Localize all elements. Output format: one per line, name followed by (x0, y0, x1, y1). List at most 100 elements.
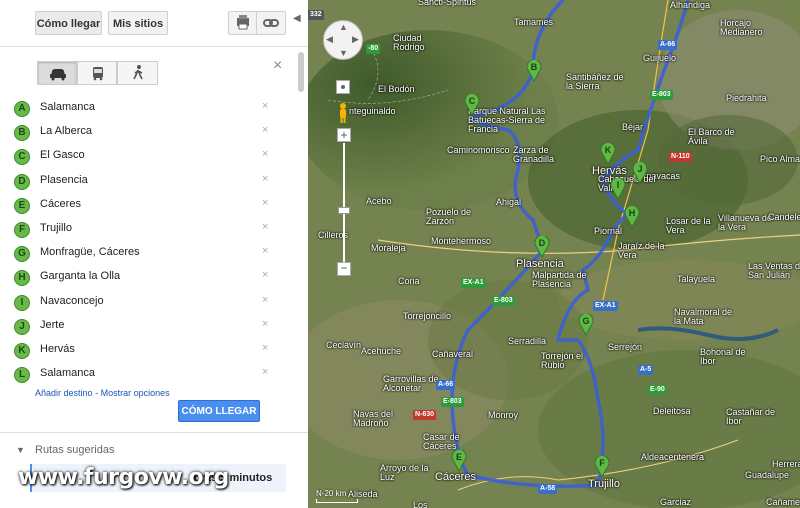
waypoint-marker-icon: A (14, 101, 30, 117)
map-place-label: Ceclavín (326, 340, 362, 350)
road-badge: A-58 (538, 484, 558, 494)
waypoint-row[interactable]: E Cáceres × (14, 195, 284, 217)
waypoint-row[interactable]: G Monfragüe, Cáceres × (14, 243, 284, 265)
route-pin-j-icon[interactable]: J (632, 160, 648, 185)
print-button[interactable] (228, 11, 258, 35)
waypoint-row[interactable]: B La Alberca × (14, 122, 284, 144)
road-badge: EX-A1 (461, 278, 486, 288)
map-view[interactable]: Sancti-Spiritus Alhandiga Ciudad Rodrigo Ta… (308, 0, 800, 508)
map-place-label: Trujillo (588, 478, 620, 490)
remove-waypoint-icon[interactable]: × (262, 124, 268, 136)
map-place-label: Las Ventas de San Julián (748, 261, 800, 280)
waypoint-row[interactable]: K Hervás × (14, 340, 284, 362)
road-badge: A-5 (638, 365, 654, 375)
my-places-button[interactable]: Mis sitios (108, 11, 168, 35)
collapse-panel-icon[interactable]: ◀ (293, 13, 301, 24)
remove-waypoint-icon[interactable]: × (262, 342, 268, 354)
directions-tab-button[interactable]: Cómo llegar (35, 11, 102, 35)
waypoint-row[interactable]: L Salamanca × (14, 364, 284, 386)
map-place-label: Cañamero (766, 497, 800, 507)
waypoint-row[interactable]: D Plasencia × (14, 171, 284, 193)
map-place-label: Garrovillas de Alconétar (383, 374, 439, 393)
road-badge: A-66 (658, 40, 678, 50)
remove-waypoint-icon[interactable]: × (262, 100, 268, 112)
waypoint-row[interactable]: C El Gasco × (14, 146, 284, 168)
route-pin-letter: H (628, 208, 636, 218)
pan-up-icon[interactable]: ▲ (339, 22, 348, 32)
route-pin-k-icon[interactable]: K (600, 141, 616, 166)
waypoint-row[interactable]: F Trujillo × (14, 219, 284, 241)
waypoint-name[interactable]: Salamanca (40, 367, 95, 379)
map-place-label: Ahigal (496, 197, 522, 207)
waypoint-name[interactable]: Navaconcejo (40, 295, 104, 307)
remove-waypoint-icon[interactable]: × (262, 318, 268, 330)
waypoint-row[interactable]: H Garganta la Olla × (14, 267, 284, 289)
remove-waypoint-icon[interactable]: × (262, 197, 268, 209)
mode-walk-button[interactable] (117, 61, 158, 85)
map-place-label: Bohonal de Ibor (700, 347, 746, 366)
scale-label: 20 km (324, 489, 347, 498)
remove-waypoint-icon[interactable]: × (262, 173, 268, 185)
suggested-routes-heading[interactable]: Rutas sugeridas (35, 444, 115, 456)
waypoint-name[interactable]: Cáceres (40, 198, 81, 210)
route-pin-g-icon[interactable]: G (578, 312, 594, 337)
route-pin-i-icon[interactable]: I (610, 176, 626, 201)
waypoint-name[interactable]: Plasencia (40, 174, 88, 186)
remove-waypoint-icon[interactable]: × (262, 221, 268, 233)
waypoint-row[interactable]: A Salamanca × (14, 98, 284, 120)
pan-control[interactable]: ▲ ▼ ◀ ▶ (323, 20, 363, 60)
waypoint-name[interactable]: El Gasco (40, 149, 85, 161)
route-pin-letter: I (616, 180, 620, 190)
remove-waypoint-icon[interactable]: × (262, 269, 268, 281)
map-place-label: Guadalupe (745, 470, 790, 480)
mode-transit-button[interactable] (77, 61, 117, 85)
remove-waypoint-icon[interactable]: × (262, 366, 268, 378)
waypoint-name[interactable]: Garganta la Olla (40, 270, 120, 282)
close-icon[interactable]: × (273, 57, 282, 75)
add-destination-link[interactable]: Añadir destino (35, 388, 93, 398)
pan-right-icon[interactable]: ▶ (352, 34, 359, 45)
remove-waypoint-icon[interactable]: × (262, 294, 268, 306)
pan-left-icon[interactable]: ◀ (326, 34, 333, 45)
waypoint-name[interactable]: Salamanca (40, 101, 95, 113)
waypoint-name[interactable]: La Alberca (40, 125, 92, 137)
route-pin-letter: E (455, 452, 462, 462)
zoom-slider-track[interactable] (343, 143, 345, 263)
show-options-link[interactable]: Mostrar opciones (101, 388, 170, 398)
collapse-arrow-icon[interactable]: ▼ (16, 445, 25, 455)
waypoint-name[interactable]: Hervás (40, 343, 75, 355)
waypoint-row[interactable]: I Navaconcejo × (14, 292, 284, 314)
bus-icon (93, 67, 103, 81)
map-place-label: Piedrahita (726, 93, 767, 103)
pegman-icon[interactable] (337, 102, 349, 124)
waypoint-marker-icon: D (14, 173, 30, 190)
get-directions-button[interactable]: CÓMO LLEGAR (178, 400, 260, 422)
route-pin-letter: B (530, 62, 538, 72)
waypoint-marker-icon: F (14, 222, 30, 238)
remove-waypoint-icon[interactable]: × (262, 245, 268, 257)
link-button[interactable] (256, 11, 286, 35)
my-location-button[interactable] (336, 80, 350, 94)
zoom-in-button[interactable]: + (337, 128, 351, 142)
waypoint-marker-icon: G (14, 246, 30, 263)
waypoint-name[interactable]: Trujillo (40, 222, 72, 234)
route-pin-d-icon[interactable]: D (534, 234, 550, 259)
route-pin-h-icon[interactable]: H (624, 204, 640, 229)
route-pin-b-icon[interactable]: B (526, 58, 542, 83)
waypoint-name[interactable]: Monfragüe, Cáceres (40, 246, 140, 258)
map-place-label: El Bodón (378, 84, 415, 94)
waypoint-row[interactable]: J Jerte × (14, 316, 284, 338)
panel-scrollbar[interactable] (298, 52, 304, 92)
remove-waypoint-icon[interactable]: × (262, 148, 268, 160)
route-pin-e-icon[interactable]: E (451, 448, 467, 473)
map-place-label: Moraleja (371, 243, 406, 253)
map-place-label: Malpartida de Plasencia (532, 270, 587, 289)
route-pin-c-icon[interactable]: C (464, 92, 480, 117)
map-place-label: Coria (398, 276, 420, 286)
mode-car-button[interactable] (37, 61, 77, 85)
zoom-slider-handle[interactable] (338, 207, 350, 214)
waypoint-name[interactable]: Jerte (40, 319, 64, 331)
route-pin-f-icon[interactable]: F (594, 454, 610, 479)
pan-down-icon[interactable]: ▼ (339, 48, 348, 58)
zoom-out-button[interactable]: − (337, 262, 351, 276)
